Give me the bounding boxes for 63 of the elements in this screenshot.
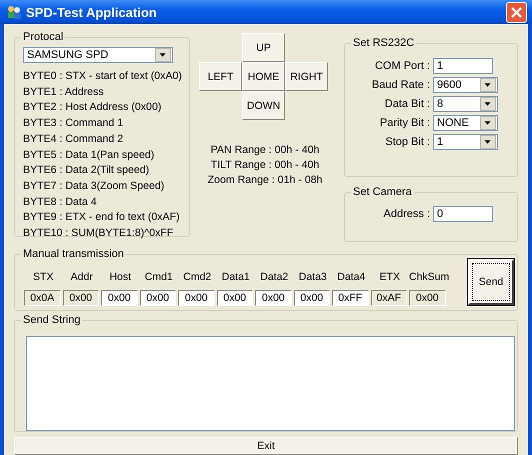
column-label: Data3 bbox=[298, 270, 328, 285]
byte-description: BYTE8 : Data 4 bbox=[23, 194, 98, 210]
hex-field[interactable]: 0x00 bbox=[101, 290, 138, 306]
field-label: Address : bbox=[382, 208, 431, 220]
hex-field[interactable]: 0x00 bbox=[216, 290, 253, 306]
byte-description: BYTE7 : Data 3(Zoom Speed) bbox=[23, 178, 166, 194]
field-label: COM Port : bbox=[374, 60, 431, 72]
column-label: ETX bbox=[378, 270, 401, 285]
send-button[interactable]: Send bbox=[468, 259, 514, 306]
column-label: ChkSum bbox=[409, 270, 448, 285]
direction-button[interactable]: UP bbox=[242, 33, 286, 62]
field-label: Stop Bit : bbox=[384, 136, 431, 148]
field-label: Parity Bit : bbox=[378, 116, 431, 128]
caret-icon bbox=[155, 48, 171, 62]
byte-description: BYTE2 : Host Address (0x00) bbox=[23, 100, 162, 116]
field-label: Baud Rate : bbox=[370, 78, 431, 90]
direction-button[interactable]: LEFT bbox=[199, 62, 242, 91]
byte-description: BYTE1 : Address bbox=[23, 84, 105, 100]
byte-description: BYTE5 : Data 1(Pan speed) bbox=[23, 148, 156, 163]
caret-icon bbox=[480, 78, 496, 92]
byte-description: BYTE6 : Data 2(Tilt speed) bbox=[23, 163, 150, 178]
close-icon bbox=[511, 6, 522, 18]
group-label: Send String bbox=[21, 314, 82, 327]
direction-button[interactable]: HOME bbox=[242, 62, 286, 91]
byte-description: BYTE0 : STX - start of text (0xA0) bbox=[23, 69, 183, 84]
hex-field[interactable]: 0x00 bbox=[255, 290, 292, 306]
range-text: Zoom Range : 01h - 08h bbox=[208, 173, 322, 188]
hex-field[interactable]: 0xFF bbox=[332, 290, 368, 306]
dropdown[interactable]: 8 bbox=[433, 96, 498, 112]
column-label: STX bbox=[32, 270, 54, 285]
range-text: TILT Range : 00h - 40h bbox=[210, 158, 320, 173]
input-field[interactable]: 1 bbox=[433, 58, 493, 74]
caret-icon bbox=[480, 96, 496, 110]
dropdown[interactable]: 1 bbox=[433, 134, 498, 150]
byte-description: BYTE4 : Command 2 bbox=[23, 132, 124, 147]
byte-description: BYTE9 : ETX - end fo text (0xAF) bbox=[23, 210, 181, 226]
protocol-dropdown[interactable]: SAMSUNG SPD bbox=[23, 47, 173, 63]
direction-button[interactable]: DOWN bbox=[242, 91, 286, 120]
hex-field[interactable]: 0x00 bbox=[294, 290, 330, 306]
app-icon bbox=[6, 4, 22, 20]
dropdown[interactable]: 9600 bbox=[433, 76, 498, 92]
caret-icon bbox=[480, 134, 496, 148]
window-title: SPD-Test Application bbox=[26, 4, 158, 20]
direction-button[interactable]: RIGHT bbox=[285, 62, 328, 91]
dropdown[interactable]: NONE bbox=[433, 114, 498, 130]
close-button[interactable] bbox=[506, 2, 527, 22]
field-label: Data Bit : bbox=[384, 98, 431, 110]
column-label: Data1 bbox=[220, 270, 251, 285]
column-label: Addr bbox=[70, 270, 94, 285]
column-label: Data4 bbox=[336, 270, 366, 285]
column-label: Cmd1 bbox=[144, 270, 174, 285]
exit-button[interactable]: Exit bbox=[14, 436, 518, 455]
column-label: Data2 bbox=[259, 270, 290, 285]
send-string-field[interactable] bbox=[26, 336, 515, 431]
caret-icon bbox=[480, 116, 496, 130]
byte-description: BYTE10 : SUM(BYTE1:8)^0xFF bbox=[23, 226, 174, 242]
column-label: Host bbox=[108, 270, 132, 285]
input-field[interactable]: 0 bbox=[433, 206, 493, 222]
hex-field[interactable]: 0x00 bbox=[140, 290, 176, 306]
range-text: PAN Range : 00h - 40h bbox=[210, 143, 320, 158]
column-label: Cmd2 bbox=[182, 270, 212, 285]
byte-description: BYTE3 : Command 1 bbox=[23, 116, 124, 132]
hex-field[interactable]: 0x00 bbox=[178, 290, 214, 306]
